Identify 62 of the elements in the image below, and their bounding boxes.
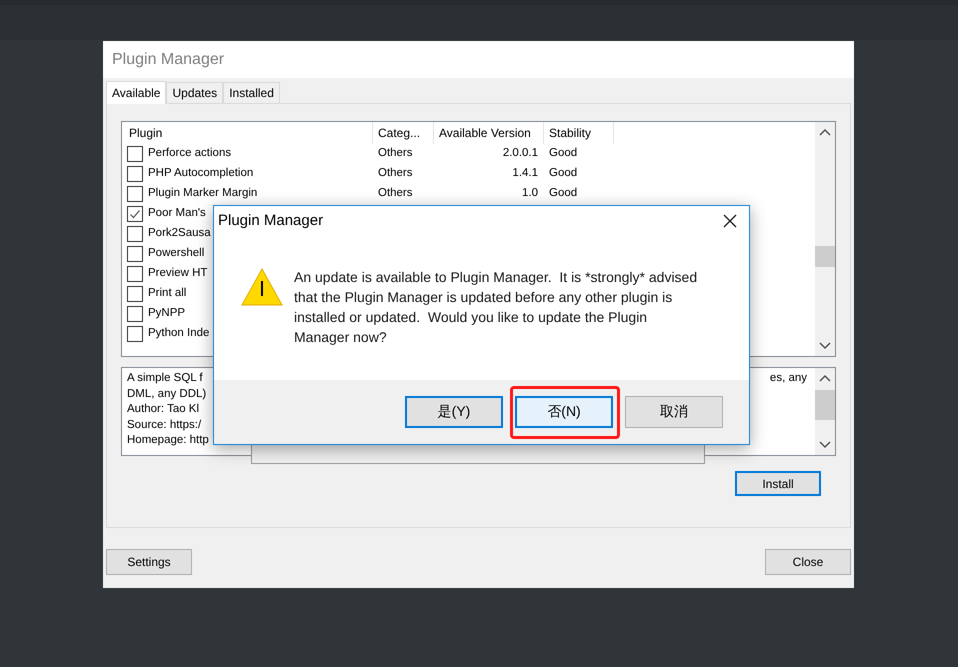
checkbox[interactable] xyxy=(127,206,143,222)
category-cell: Others xyxy=(378,147,413,160)
plugin-name: Python Inde xyxy=(148,326,210,342)
column-header[interactable]: Plugin xyxy=(129,124,162,142)
scroll-up-icon[interactable] xyxy=(819,374,831,382)
version-cell-text: 2.0.0.1 xyxy=(502,146,538,162)
scrollbar[interactable] xyxy=(815,368,835,455)
column-header[interactable]: Stability xyxy=(549,124,592,142)
stability-cell: Good xyxy=(549,147,578,160)
check-icon xyxy=(129,208,141,220)
description-text: DML, any DDL) xyxy=(127,386,206,402)
checkbox[interactable] xyxy=(127,326,143,342)
checkbox[interactable] xyxy=(127,146,143,162)
close-button[interactable]: Close xyxy=(765,549,851,575)
checkbox[interactable] xyxy=(127,166,143,182)
close-icon[interactable] xyxy=(723,214,737,228)
column-header[interactable]: Categ... xyxy=(378,124,420,142)
plugin-name: Plugin Marker Margin xyxy=(148,186,258,202)
plugin-name: PyNPP xyxy=(148,306,186,322)
scroll-down-icon[interactable] xyxy=(819,441,831,449)
stability-cell: Good xyxy=(549,167,578,180)
checkbox[interactable] xyxy=(127,266,143,282)
description-text: Source: https:/ xyxy=(127,418,202,432)
checkbox[interactable] xyxy=(127,246,143,262)
window-title: Plugin Manager xyxy=(112,50,224,70)
description-text: Homepage: http xyxy=(127,433,209,448)
dialog-button[interactable]: 是(Y) xyxy=(405,396,503,428)
checkbox[interactable] xyxy=(127,186,143,202)
dialog-message: An update is available to Plugin Manager. It is *strongly* advised that the Plugin Manager is updated before any other plugin is installed or updated. Would you like to update the Plugin Manager now? xyxy=(294,268,698,347)
category-cell: Others xyxy=(378,187,413,200)
settings-button[interactable]: Settings xyxy=(106,549,192,575)
plugin-name: Poor Man's xyxy=(148,206,206,222)
description-text: Author: Tao Kl xyxy=(127,402,200,417)
plugin-name: Perforce actions xyxy=(148,146,232,162)
tab[interactable]: Available xyxy=(106,81,166,104)
description-text: es, any xyxy=(770,371,807,386)
plugin-name: Preview HT xyxy=(148,266,208,282)
scrollbar[interactable] xyxy=(815,122,835,356)
plugin-name: Print all xyxy=(148,286,186,302)
scrollbar-thumb[interactable] xyxy=(815,390,835,420)
plugin-name: Pork2Sausa xyxy=(148,226,211,242)
scroll-down-icon[interactable] xyxy=(819,342,831,350)
checkbox[interactable] xyxy=(127,306,143,322)
tab[interactable]: Updates xyxy=(166,82,224,103)
version-cell-text: 1.4.1 xyxy=(512,166,538,182)
scrollbar-thumb[interactable] xyxy=(815,246,835,267)
version-cell-text: 1.0 xyxy=(522,186,538,202)
install-button[interactable]: Install xyxy=(735,471,821,496)
category-cell: Others xyxy=(378,167,413,180)
plugin-name: PHP Autocompletion xyxy=(148,166,254,182)
column-header[interactable]: Available Version xyxy=(439,124,531,142)
stability-cell: Good xyxy=(549,187,578,200)
dialog-button[interactable]: 否(N) xyxy=(515,396,613,428)
scroll-up-icon[interactable] xyxy=(819,128,831,136)
tab[interactable]: Installed xyxy=(223,82,280,103)
dialog-button[interactable]: 取消 xyxy=(625,396,723,428)
plugin-name: Powershell xyxy=(148,246,204,262)
description-text: A simple SQL f xyxy=(127,371,203,386)
dialog-title: Plugin Manager xyxy=(218,210,324,231)
warning-icon xyxy=(241,268,283,306)
checkbox[interactable] xyxy=(127,286,143,302)
checkbox[interactable] xyxy=(127,226,143,242)
